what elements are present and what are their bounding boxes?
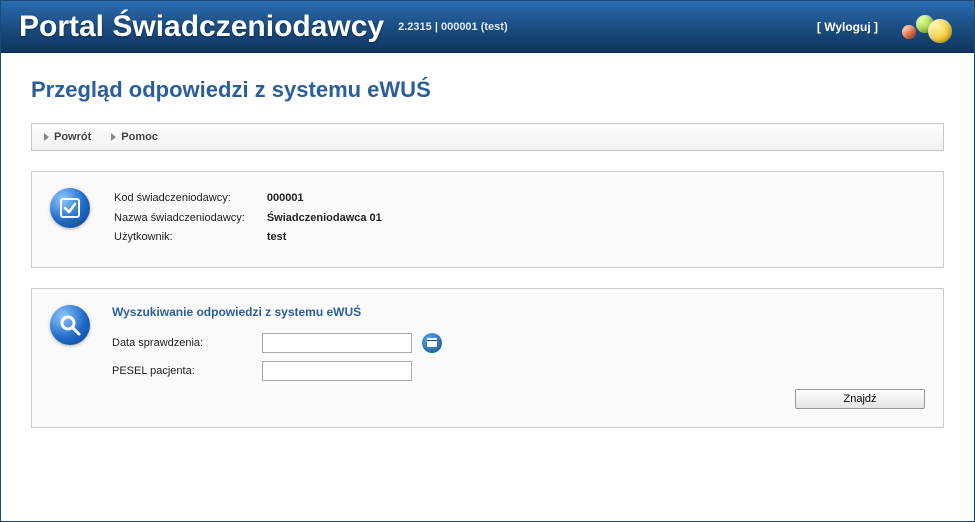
provider-name-label: Nazwa świadczeniodawcy:: [114, 210, 253, 228]
back-button[interactable]: Powrót: [44, 131, 91, 143]
provider-name-value: Świadczeniodawca 01: [255, 210, 390, 228]
page-title: Przegląd odpowiedzi z systemu eWUŚ: [31, 77, 944, 103]
search-button[interactable]: Znajdź: [795, 389, 925, 409]
provider-code-label: Kod świadczeniodawcy:: [114, 190, 253, 208]
help-button[interactable]: Pomoc: [111, 131, 158, 143]
provider-code-value: 000001: [255, 190, 390, 208]
app-version: 2.2315 | 000001 (test): [398, 21, 507, 33]
back-label: Powrót: [54, 131, 91, 143]
magnifier-icon: [50, 305, 90, 345]
header-logo-orbs: [898, 9, 956, 45]
calendar-button[interactable]: [422, 333, 442, 353]
pesel-input[interactable]: [262, 361, 412, 381]
help-label: Pomoc: [121, 131, 158, 143]
user-value: test: [255, 229, 390, 247]
pesel-label: PESEL pacjenta:: [112, 365, 262, 377]
orb-red-icon: [902, 25, 916, 39]
logout-link[interactable]: [ Wyloguj ]: [817, 20, 878, 34]
provider-info-panel: Kod świadczeniodawcy: 000001 Nazwa świad…: [31, 171, 944, 268]
chevron-right-icon: [111, 133, 116, 141]
app-title: Portal Świadczeniodawcy: [19, 10, 384, 44]
search-panel: Wyszukiwanie odpowiedzi z systemu eWUŚ D…: [31, 288, 944, 428]
chevron-right-icon: [44, 133, 49, 141]
calendar-icon: [427, 338, 437, 347]
provider-details: Kod świadczeniodawcy: 000001 Nazwa świad…: [112, 188, 392, 249]
date-input[interactable]: [262, 333, 412, 353]
check-doc-icon: [50, 188, 90, 228]
orb-yellow-icon: [928, 19, 952, 43]
user-label: Użytkownik:: [114, 229, 253, 247]
app-header: Portal Świadczeniodawcy 2.2315 | 000001 …: [1, 1, 974, 53]
date-label: Data sprawdzenia:: [112, 337, 262, 349]
search-title: Wyszukiwanie odpowiedzi z systemu eWUŚ: [112, 305, 925, 319]
breadcrumb-toolbar: Powrót Pomoc: [31, 123, 944, 151]
